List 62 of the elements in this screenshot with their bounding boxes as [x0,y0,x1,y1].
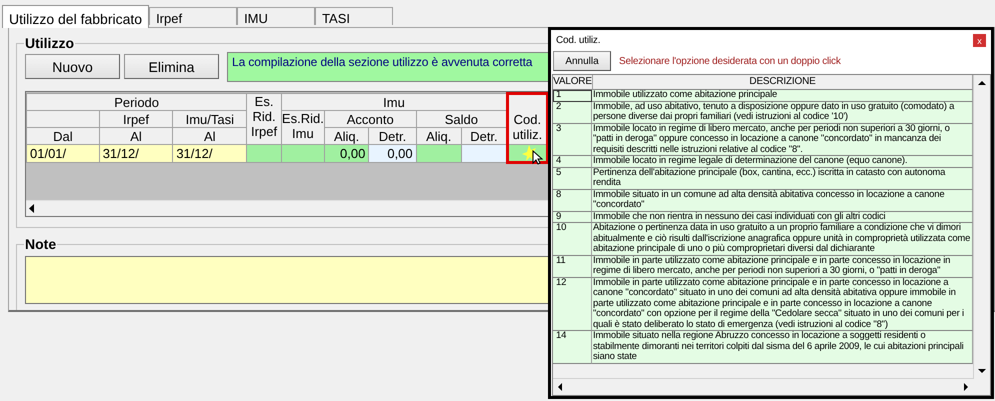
up-arrow-icon[interactable] [978,79,986,87]
description-cell[interactable]: Immobile locato in regime di libero mercato, anche per periodi non superiori a 30 giorni, o "patti in deroga" oppure concesso in locazione a canone "concordato" in mancanza dei requisiti descritti nelle istruzioni relative al codice "8". [592,124,973,156]
cancel-button[interactable]: Annulla [553,51,611,71]
action-button[interactable]: Nuovo [25,54,120,79]
section-title: Note [24,236,58,252]
code-cell[interactable]: 2 [553,102,592,124]
description-cell[interactable]: Abitazione o pertinenza data in uso gratuito a un proprio familiare a condizione che vi dimori abitualmente e ciò risulti dall'iscrizione anagrafica oppure unità in comproprietà utilizzata come abitazione principale di uno o più comproprietari diversi dal dichiarante [592,223,973,256]
description-cell[interactable]: Immobile locato in regime legale di determinazione del canone (equo canone). [592,156,973,168]
table-cell[interactable] [281,144,324,162]
description-cell[interactable]: Pertinenza dell'abitazione principale (box, cantina, ecc.) iscritta in catasto con autonoma rendita [592,168,973,190]
action-button[interactable]: Elimina [124,54,219,79]
left-arrow-icon[interactable] [556,383,564,391]
table-cell[interactable]: 0,00 [368,144,416,162]
description-cell[interactable]: Immobile in parte utilizzato come abitazione principale e in parte concesso in locazione a canone "concordato" situato in uno dei comuni ad alta densità abitativa oppure immobile in parte utilizzato come abitazione principale e in parte concesso in locazione a canone "concordato" con opzione per il regime della "Cedolare secca" situato in uno dei comuni per i quali è stato deliberato lo stato di emergenza (vedi istruzioni al codice "8") [592,278,973,331]
code-cell[interactable]: 11 [553,256,592,278]
dialog-title: Cod. utiliz. [556,35,600,46]
column-header: Periodo [26,94,247,110]
tab[interactable]: Irpef [149,7,238,25]
table-cell[interactable]: 31/12/ [172,144,247,162]
table-cell[interactable]: 31/12/ [99,144,173,162]
column-header: Detr. [368,128,416,144]
table-cell[interactable] [246,144,282,162]
down-arrow-icon[interactable] [978,367,986,375]
column-header: Es.Rid. Imu [281,110,324,144]
column-header: Saldo [416,110,508,128]
tab[interactable]: TASI [315,7,394,25]
left-arrow-icon[interactable] [28,204,36,213]
section-title: Utilizzo [24,35,75,51]
description-cell[interactable]: Immobile che non rientra in nessuno dei casi individuati con gli altri codici [592,212,973,223]
column-header: Al [172,128,247,144]
column-header: Al [99,128,173,144]
description-cell[interactable]: Immobile situato in un comune ad alta densità abitativa concesso in locazione a canone "concordato" [592,190,973,212]
table-cell[interactable]: 01/01/ [26,144,100,162]
code-cell[interactable]: 3 [553,124,592,156]
column-header: Acconto [324,110,416,128]
column-header: Aliq. [324,128,369,144]
code-cell[interactable]: 8 [553,190,592,212]
column-header: Cod. utiliz. [508,94,548,144]
right-arrow-icon[interactable] [962,383,970,391]
description-cell[interactable]: Immobile utilizzato come abitazione principale [592,90,973,102]
column-header: Irpef [99,110,173,128]
description-cell[interactable]: Immobile situato nella regione Abruzzo concesso in locazione a soggetti residenti o stabilmente dimoranti nei territori colpiti dal sisma del 6 aprile 2009, le cui abitazioni principali siano state [592,331,973,364]
column-header: Imu/Tasi [172,110,247,128]
column-header: Dal [26,128,100,144]
table-cell[interactable] [508,144,548,162]
column-header: Es. Rid. Irpef [246,94,282,144]
description-cell[interactable]: Immobile, ad uso abitativo, tenuto a disposizione oppure dato in uso gratuito (comodato) a persone diverse dai propri familiari (vedi istruzioni al codice '10') [592,102,973,124]
table-cell[interactable]: 0,00 [324,144,369,162]
code-cell[interactable]: 12 [553,278,592,331]
instruction-text: Selezionare l'opzione desiderata con un doppio click [619,56,841,66]
description-cell[interactable]: Immobile in parte utilizzato come abitazione principale e in parte concesso in locazione in regime di libero mercato, anche per periodi non superiori a 30 giorni, o "patti in deroga" [592,256,973,278]
close-button[interactable]: x [973,34,986,47]
column-header: Imu [281,94,508,110]
code-cell[interactable]: 5 [553,168,592,190]
tab[interactable]: Utilizzo del fabbricato [2,5,150,28]
code-cell[interactable]: 10 [553,223,592,256]
code-cell[interactable]: 4 [553,156,592,168]
column-header: Aliq. [416,128,462,144]
table-cell[interactable] [416,144,462,162]
tab[interactable]: IMU [237,7,316,25]
code-cell[interactable]: 14 [553,331,592,364]
code-cell[interactable]: 9 [553,212,592,223]
